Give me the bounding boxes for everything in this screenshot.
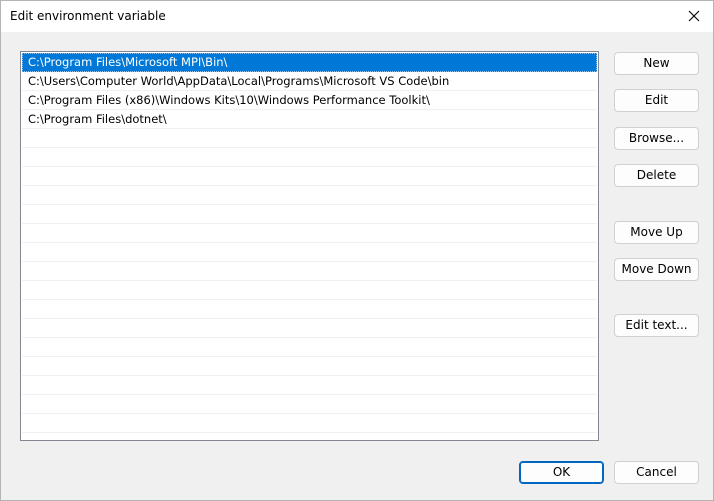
path-list-item[interactable]: C:\Program Files\dotnet\: [22, 110, 597, 129]
move-down-button[interactable]: Move Down: [614, 258, 699, 281]
empty-list-row[interactable]: [22, 395, 597, 414]
empty-list-row[interactable]: [22, 300, 597, 319]
empty-list-row[interactable]: [22, 148, 597, 167]
move-up-button[interactable]: Move Up: [614, 221, 699, 244]
close-icon: [688, 10, 700, 22]
empty-list-row[interactable]: [22, 167, 597, 186]
empty-list-row[interactable]: [22, 129, 597, 148]
title-bar: Edit environment variable: [1, 1, 713, 32]
path-text: C:\Program Files\dotnet\: [28, 112, 167, 126]
empty-list-row[interactable]: [22, 376, 597, 395]
delete-button[interactable]: Delete: [614, 164, 699, 187]
empty-list-row[interactable]: [22, 319, 597, 338]
edit-environment-variable-dialog: Edit environment variable C:\Program Fil…: [0, 0, 714, 501]
empty-list-row[interactable]: [22, 243, 597, 262]
cancel-button[interactable]: Cancel: [614, 461, 699, 484]
edit-button[interactable]: Edit: [614, 89, 699, 112]
ok-button[interactable]: OK: [519, 461, 604, 484]
window-title: Edit environment variable: [10, 9, 166, 23]
empty-list-row[interactable]: [22, 205, 597, 224]
new-button[interactable]: New: [614, 52, 699, 75]
path-list-item[interactable]: C:\Users\Computer World\AppData\Local\Pr…: [22, 72, 597, 91]
empty-list-row[interactable]: [22, 414, 597, 433]
path-text: C:\Program Files\Microsoft MPI\Bin\: [28, 55, 228, 69]
empty-list-row[interactable]: [22, 338, 597, 357]
empty-list-row[interactable]: [22, 357, 597, 376]
empty-list-row[interactable]: [22, 186, 597, 205]
path-text: C:\Program Files (x86)\Windows Kits\10\W…: [28, 93, 430, 107]
empty-list-row[interactable]: [22, 224, 597, 243]
path-text: C:\Users\Computer World\AppData\Local\Pr…: [28, 74, 450, 88]
empty-list-row[interactable]: [22, 281, 597, 300]
path-list[interactable]: C:\Program Files\Microsoft MPI\Bin\ C:\Us…: [20, 51, 599, 441]
edit-text-button[interactable]: Edit text...: [614, 314, 699, 337]
browse-button[interactable]: Browse...: [614, 127, 699, 150]
path-list-item[interactable]: C:\Program Files (x86)\Windows Kits\10\W…: [22, 91, 597, 110]
empty-list-row[interactable]: [22, 262, 597, 281]
close-button[interactable]: [679, 3, 709, 29]
path-list-item[interactable]: C:\Program Files\Microsoft MPI\Bin\: [22, 53, 597, 72]
